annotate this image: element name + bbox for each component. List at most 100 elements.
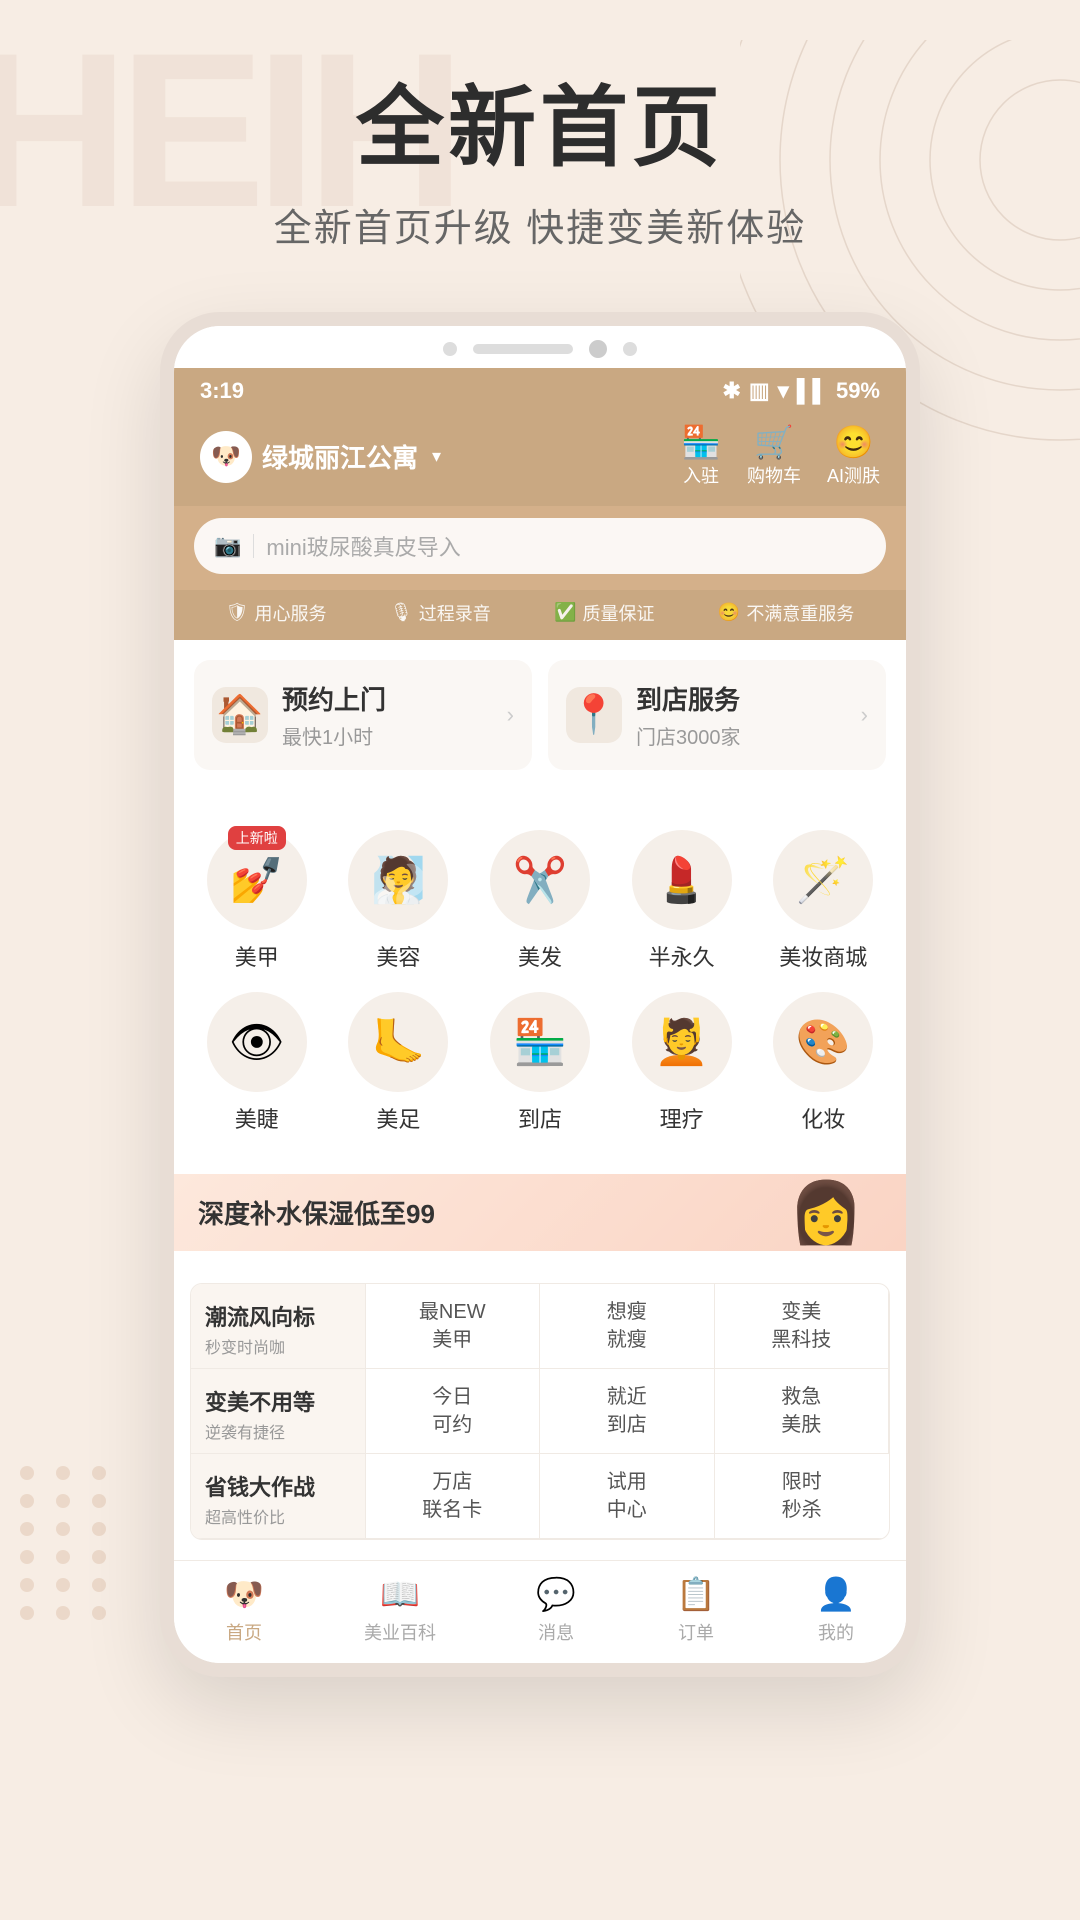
checkin-label: 入驻 <box>683 462 719 488</box>
nav-cell-new-nail[interactable]: 最NEW美甲 <box>366 1284 541 1369</box>
semi-label: 半永久 <box>649 940 715 972</box>
service-tag-quality: ✅ 质量保证 <box>554 600 654 626</box>
booking-section: 🏠 预约上门 最快1小时 › 📍 到店服务 门店3000家 › <box>174 640 906 790</box>
category-makeup-mall[interactable]: 🪄 美妆商城 <box>756 830 890 972</box>
home-nav-label: 首页 <box>226 1619 262 1645</box>
booking-card-store[interactable]: 📍 到店服务 门店3000家 › <box>548 660 886 770</box>
category-store[interactable]: 🏪 到店 <box>473 992 607 1134</box>
hair-label: 美发 <box>518 940 562 972</box>
bottom-nav-orders[interactable]: 📋 订单 <box>676 1575 716 1645</box>
promo-banner[interactable]: 深度补水保湿低至99 👩 <box>174 1174 906 1251</box>
profile-nav-icon: 👤 <box>816 1575 856 1613</box>
search-divider <box>253 534 254 558</box>
emergency-text: 救急美肤 <box>729 1383 875 1439</box>
category-pedicure[interactable]: 🦶 美足 <box>332 992 466 1134</box>
nav-cell-nearby[interactable]: 就近到店 <box>540 1369 715 1454</box>
store-service-info: 到店服务 门店3000家 <box>636 680 741 750</box>
trend-title: 潮流风向标 <box>205 1300 351 1332</box>
bottom-nav-home[interactable]: 🐶 首页 <box>224 1575 264 1645</box>
nav-cell-flash[interactable]: 限时秒杀 <box>715 1454 890 1539</box>
ai-skin-icon: 😊 <box>834 426 874 458</box>
category-beauty[interactable]: 🧖 美容 <box>332 830 466 972</box>
new-nail-text: 最NEW美甲 <box>380 1298 526 1354</box>
guarantee-icon: 😊 <box>718 602 740 623</box>
location-row[interactable]: 🐶 绿城丽江公寓 ▾ <box>200 431 441 483</box>
profile-nav-label: 我的 <box>818 1619 854 1645</box>
service-tag-care: 🛡 用心服务 <box>226 600 327 626</box>
speaker-bar <box>473 344 573 354</box>
orders-nav-label: 订单 <box>678 1619 714 1645</box>
booking-card-home[interactable]: 🏠 预约上门 最快1小时 › <box>194 660 532 770</box>
speaker-dot-left <box>443 342 457 356</box>
category-hair[interactable]: ✂️ 美发 <box>473 830 607 972</box>
category-nail[interactable]: 上新啦 💅 美甲 <box>190 830 324 972</box>
header-icon-checkin[interactable]: 🏪 入驻 <box>681 426 721 488</box>
nav-cell-membercard[interactable]: 万店联名卡 <box>366 1454 541 1539</box>
nav-grid-section: 潮流风向标 秒变时尚咖 最NEW美甲 想瘦就瘦 变美黑科技 变美不用等 逆袭有捷… <box>174 1263 906 1560</box>
nail-icon-wrap: 上新啦 💅 <box>207 830 307 930</box>
user-avatar: 🐶 <box>200 431 252 483</box>
battery-icon: 59% <box>836 378 880 404</box>
service-tags: 🛡 用心服务 🎙 过程录音 ✅ 质量保证 😊 不满意重服务 <box>174 590 906 640</box>
location-text[interactable]: 绿城丽江公寓 <box>262 438 418 475</box>
store-cat-icon-wrap: 🏪 <box>490 992 590 1092</box>
search-input[interactable]: mini玻尿酸真皮导入 <box>266 530 460 562</box>
record-icon: 🎙 <box>390 602 413 623</box>
nearby-text: 就近到店 <box>554 1383 700 1439</box>
category-lashes[interactable]: 👁 美睫 <box>190 992 324 1134</box>
makeup-mall-icon-wrap: 🪄 <box>773 830 873 930</box>
wifi-icon: ▾ <box>778 378 789 404</box>
therapy-label: 理疗 <box>660 1102 704 1134</box>
home-service-title: 预约上门 <box>282 680 386 717</box>
app-header: 🐶 绿城丽江公寓 ▾ 🏪 入驻 🛒 购物车 😊 AI测肤 <box>174 412 906 506</box>
store-service-sub: 门店3000家 <box>636 721 741 750</box>
guarantee-label: 不满意重服务 <box>746 600 854 626</box>
category-grid: 上新啦 💅 美甲 🧖 美容 ✂️ 美发 💄 半永久 <box>190 830 890 1134</box>
cart-icon: 🛒 <box>754 426 794 458</box>
nav-cell-slim[interactable]: 想瘦就瘦 <box>540 1284 715 1369</box>
care-icon: 🛡 <box>226 602 249 623</box>
category-section: 上新啦 💅 美甲 🧖 美容 ✂️ 美发 💄 半永久 <box>174 806 906 1158</box>
page-header: 全新首页 全新首页升级 快捷变美新体验 <box>0 0 1080 312</box>
bluetooth-icon: ✱ <box>722 378 740 404</box>
nav-cell-beauty-tech[interactable]: 变美黑科技 <box>715 1284 890 1369</box>
category-semipermanent[interactable]: 💄 半永久 <box>615 830 749 972</box>
quality-label: 质量保证 <box>583 600 655 626</box>
wiki-nav-icon: 📖 <box>380 1575 420 1613</box>
nav-cell-emergency[interactable]: 救急美肤 <box>715 1369 890 1454</box>
nowait-title: 变美不用等 <box>205 1385 351 1417</box>
checkin-icon: 🏪 <box>681 426 721 458</box>
bottom-nav-wiki[interactable]: 📖 美业百科 <box>364 1575 436 1645</box>
nav-cell-today[interactable]: 今日可约 <box>366 1369 541 1454</box>
search-bar[interactable]: 📷 mini玻尿酸真皮导入 <box>194 518 886 574</box>
category-therapy[interactable]: 💆 理疗 <box>615 992 749 1134</box>
hair-icon-wrap: ✂️ <box>490 830 590 930</box>
pedicure-label: 美足 <box>376 1102 420 1134</box>
new-badge: 上新啦 <box>228 826 286 850</box>
makeup-mall-label: 美妆商城 <box>779 940 867 972</box>
header-icons: 🏪 入驻 🛒 购物车 😊 AI测肤 <box>681 426 880 488</box>
message-nav-label: 消息 <box>538 1619 574 1645</box>
search-section: 📷 mini玻尿酸真皮导入 <box>174 506 906 590</box>
orders-nav-icon: 📋 <box>676 1575 716 1613</box>
store-service-icon: 📍 <box>566 687 622 743</box>
nav-header-save[interactable]: 省钱大作战 超高性价比 <box>191 1454 366 1539</box>
home-service-sub: 最快1小时 <box>282 721 386 750</box>
slim-text: 想瘦就瘦 <box>554 1298 700 1354</box>
speaker-dot-right <box>623 342 637 356</box>
home-nav-icon: 🐶 <box>224 1575 264 1613</box>
today-text: 今日可约 <box>380 1383 526 1439</box>
header-icon-cart[interactable]: 🛒 购物车 <box>747 426 801 488</box>
flash-text: 限时秒杀 <box>729 1468 876 1524</box>
category-makeup[interactable]: 🎨 化妆 <box>756 992 890 1134</box>
store-service-arrow-icon: › <box>861 702 868 728</box>
care-label: 用心服务 <box>255 600 327 626</box>
nowait-sub: 逆袭有捷径 <box>205 1419 351 1443</box>
makeup-icon-wrap: 🎨 <box>773 992 873 1092</box>
bottom-nav-profile[interactable]: 👤 我的 <box>816 1575 856 1645</box>
nav-cell-trial[interactable]: 试用中心 <box>540 1454 715 1539</box>
nav-header-trend[interactable]: 潮流风向标 秒变时尚咖 <box>191 1284 366 1369</box>
bottom-nav-message[interactable]: 💬 消息 <box>536 1575 576 1645</box>
nav-header-nowait[interactable]: 变美不用等 逆袭有捷径 <box>191 1369 366 1454</box>
header-icon-ai[interactable]: 😊 AI测肤 <box>827 426 880 488</box>
